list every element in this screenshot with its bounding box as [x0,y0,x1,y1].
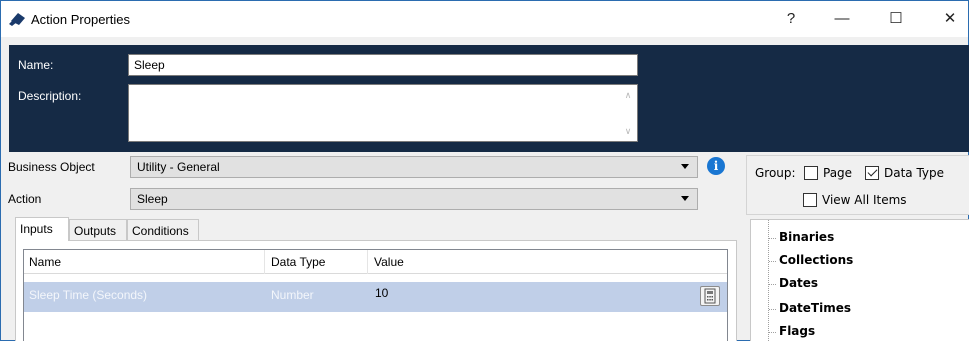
tab-conditions[interactable]: Conditions [127,219,199,241]
tree-item-collections[interactable]: Collections [769,253,853,267]
description-scrollbar[interactable]: ∧ ∨ [620,86,636,140]
tab-inputs[interactable]: Inputs [15,217,69,241]
help-button[interactable]: ? [779,7,803,31]
app-icon [9,13,25,26]
calculator-icon [704,288,716,304]
scroll-up-icon[interactable]: ∧ [623,90,633,100]
inputs-tab-panel: Name Data Type Value Sleep Time (Seconds… [15,240,737,341]
chevron-down-icon [681,164,689,169]
group-label: Group: [755,166,796,180]
action-select[interactable]: Sleep [130,188,698,210]
column-header-value[interactable]: Value [374,255,404,269]
name-label: Name: [18,58,54,72]
cell-name: Sleep Time (Seconds) [29,288,148,302]
tree-item-flags[interactable]: Flags [769,324,815,338]
column-header-data-type[interactable]: Data Type [271,255,325,269]
column-header-name[interactable]: Name [29,255,61,269]
group-panel: Group: Page Data Type View All Items [746,155,969,215]
scroll-down-icon[interactable]: ∨ [623,126,633,136]
action-properties-window: Action Properties ? — ☐ ✕ Name: Sleep De… [0,0,969,341]
info-icon[interactable]: i [707,157,725,175]
action-label: Action [8,192,42,206]
chevron-down-icon [681,196,689,201]
window-title: Action Properties [31,12,130,27]
tree-item-binaries[interactable]: Binaries [769,230,834,244]
business-object-value: Utility - General [137,160,220,174]
page-checkbox[interactable] [804,166,818,180]
data-type-checkbox-label[interactable]: Data Type [884,166,944,180]
minimize-button[interactable]: — [830,7,854,31]
description-label: Description: [18,89,82,103]
grid-header: Name Data Type Value [24,250,727,274]
tree-item-dates[interactable]: Dates [769,276,818,290]
cell-value[interactable]: 10 [375,286,388,300]
close-button[interactable]: ✕ [938,7,962,31]
tab-outputs[interactable]: Outputs [69,219,127,241]
page-checkbox-label[interactable]: Page [823,166,852,180]
description-input[interactable]: ∧ ∨ [128,84,638,142]
column-separator[interactable] [367,250,368,274]
data-type-tree: Binaries Collections Dates DateTimes Fla… [750,219,969,341]
name-input[interactable]: Sleep [128,54,638,76]
cell-data-type: Number [271,288,314,302]
maximize-button[interactable]: ☐ [884,7,908,31]
column-separator[interactable] [264,250,265,274]
tree-item-datetimes[interactable]: DateTimes [769,301,851,315]
business-object-select[interactable]: Utility - General [130,156,698,178]
data-type-checkbox[interactable] [865,166,879,180]
action-value: Sleep [137,192,168,206]
calculator-button[interactable] [700,286,720,306]
table-row[interactable]: Sleep Time (Seconds) Number 10 [24,282,727,312]
title-bar: Action Properties ? — ☐ ✕ [1,1,968,37]
view-all-items-label[interactable]: View All Items [822,193,907,207]
inputs-grid: Name Data Type Value Sleep Time (Seconds… [23,249,728,341]
header-panel: Name: Sleep Description: ∧ ∨ [9,45,969,152]
business-object-label: Business Object [8,160,95,174]
view-all-items-checkbox[interactable] [803,193,817,207]
